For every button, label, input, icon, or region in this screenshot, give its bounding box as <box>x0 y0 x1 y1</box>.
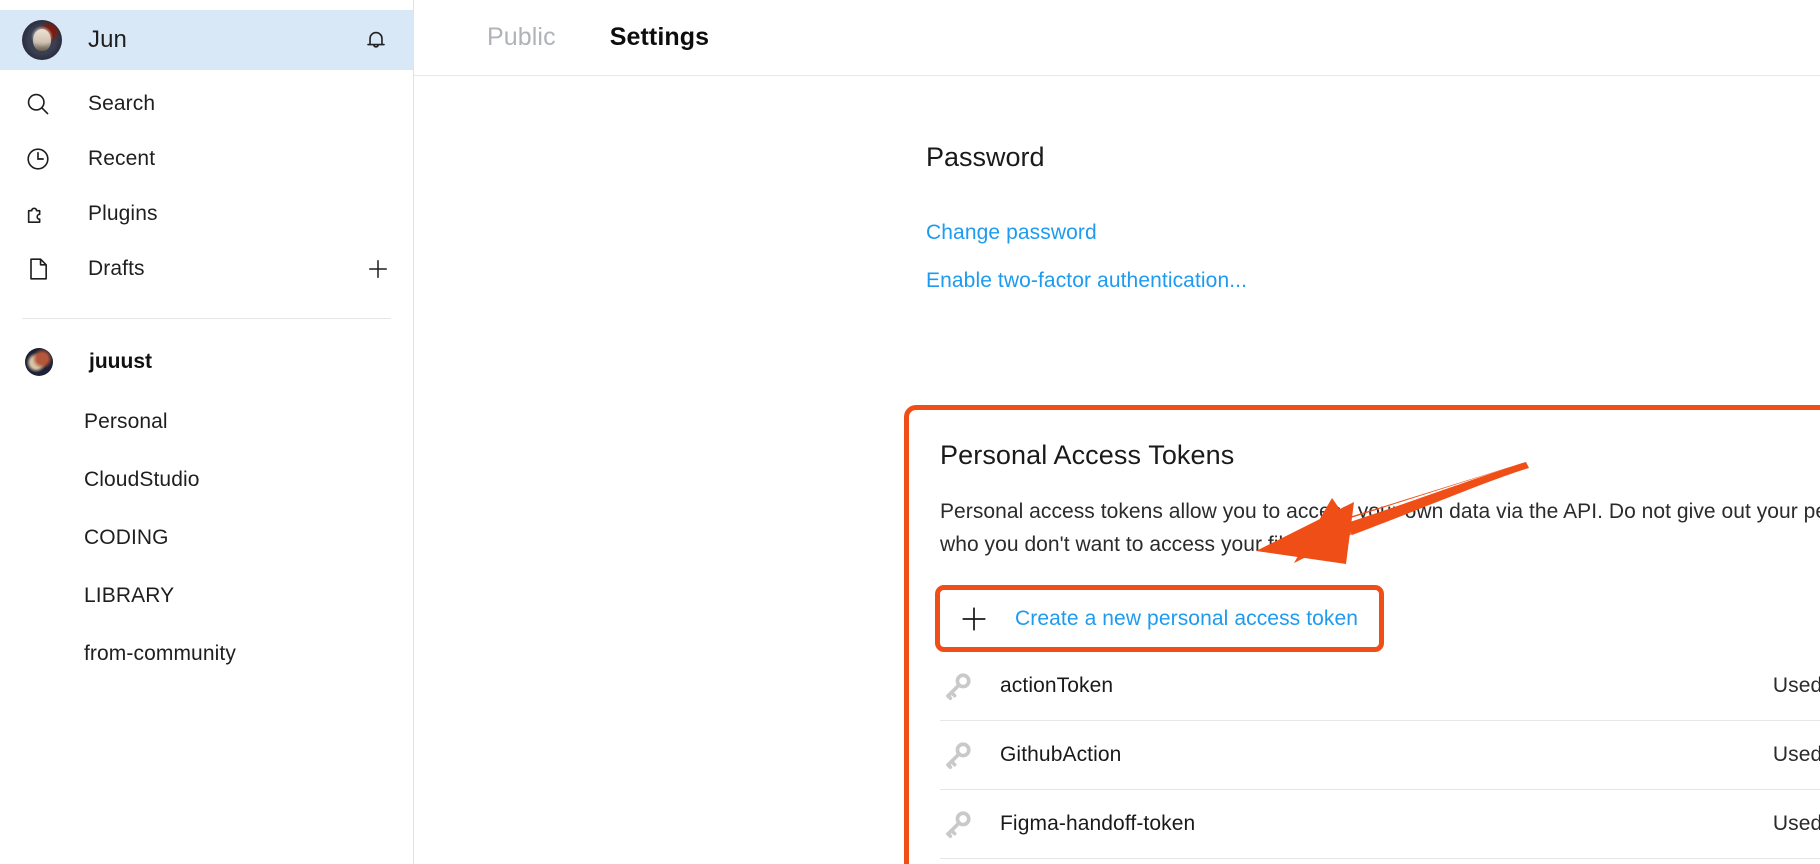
key-icon <box>940 806 976 842</box>
clock-icon <box>22 143 54 175</box>
sidebar-item-plugins[interactable]: Plugins <box>0 186 413 241</box>
clock-glyph <box>27 147 49 170</box>
sidebar-item-cloudstudio[interactable]: CloudStudio <box>0 451 413 509</box>
puzzle-glyph <box>27 206 41 223</box>
key-icon <box>940 668 976 704</box>
document-icon <box>22 253 54 285</box>
sidebar-project-label: CODING <box>84 526 169 549</box>
sidebar-item-label: Plugins <box>88 201 158 225</box>
notification-bell-icon[interactable] <box>361 25 391 55</box>
sidebar-project-label: Personal <box>84 410 168 433</box>
sidebar-user-header[interactable]: Jun <box>0 10 413 70</box>
token-row[interactable]: actionToken Used 5 days ago Revoke acces… <box>940 652 1820 721</box>
plus-glyph <box>962 606 986 631</box>
bell-glyph <box>367 31 385 48</box>
tab-public[interactable]: Public <box>487 23 556 52</box>
sidebar-item-coding[interactable]: CODING <box>0 509 413 567</box>
create-new-token-button[interactable]: Create a new personal access token <box>935 585 1384 652</box>
tokens-panel-title: Personal Access Tokens <box>940 440 1235 470</box>
sidebar-team-header[interactable]: juuust <box>0 331 413 393</box>
main-tabs: Public Settings <box>414 0 1820 76</box>
token-last-used: Used 3 days ago <box>1772 743 1820 766</box>
main-content: Public Settings Password Change password… <box>414 0 1820 864</box>
sidebar: Jun Search Recent Plugins Drafts juuust … <box>0 0 414 864</box>
user-avatar-image <box>22 20 62 60</box>
document-glyph <box>30 257 47 280</box>
password-section-heading: Password <box>926 142 1045 172</box>
tokens-panel-description: Personal access tokens allow you to acce… <box>940 500 1820 556</box>
sidebar-item-drafts[interactable]: Drafts <box>0 241 413 296</box>
sidebar-project-label: from-community <box>84 642 236 665</box>
token-row[interactable]: Figma-handoff-token Used 4 days ago Revo… <box>940 790 1820 859</box>
team-avatar-image <box>25 348 53 376</box>
tab-settings[interactable]: Settings <box>610 23 709 52</box>
token-name: Figma-handoff-token <box>1000 812 1196 835</box>
new-draft-plus-icon[interactable] <box>365 256 391 282</box>
search-icon <box>22 88 54 120</box>
sidebar-item-library[interactable]: LIBRARY <box>0 567 413 625</box>
sidebar-project-label: CloudStudio <box>84 468 200 491</box>
token-last-used: Used 4 days ago <box>1772 812 1820 835</box>
create-new-token-label: Create a new personal access token <box>1015 606 1359 630</box>
key-glyph <box>946 811 971 839</box>
sidebar-item-label: Recent <box>88 146 156 170</box>
sidebar-item-from-community[interactable]: from-community <box>0 625 413 683</box>
plus-icon <box>959 604 989 634</box>
sidebar-item-search[interactable]: Search <box>0 76 413 131</box>
sidebar-nav: Search Recent Plugins Drafts <box>0 76 413 296</box>
key-glyph <box>946 742 971 770</box>
sidebar-item-label: Drafts <box>88 256 145 280</box>
token-last-used: Used 5 days ago <box>1772 674 1820 697</box>
sidebar-item-recent[interactable]: Recent <box>0 131 413 186</box>
app-root: Jun Search Recent Plugins Drafts juuust … <box>0 0 1820 864</box>
token-row[interactable]: GithubAction Used 3 days ago Revoke acce… <box>940 721 1820 790</box>
sidebar-item-personal[interactable]: Personal <box>0 393 413 451</box>
token-name: GithubAction <box>1000 743 1122 766</box>
sidebar-project-label: LIBRARY <box>84 584 175 607</box>
search-glyph <box>27 93 49 114</box>
token-name: actionToken <box>1000 674 1114 697</box>
user-name: Jun <box>88 26 127 53</box>
sidebar-item-label: Search <box>88 91 156 115</box>
plus-glyph <box>369 259 387 278</box>
team-name: juuust <box>89 350 152 373</box>
settings-content: Password Change password Enable two-fact… <box>414 76 1820 864</box>
key-icon <box>940 737 976 773</box>
key-glyph <box>946 673 971 701</box>
sidebar-divider <box>22 318 391 319</box>
enable-two-factor-link[interactable]: Enable two-factor authentication... <box>926 269 1247 293</box>
puzzle-piece-icon <box>22 198 54 230</box>
change-password-link[interactable]: Change password <box>926 221 1097 245</box>
personal-access-tokens-panel: Personal Access Tokens Personal access t… <box>904 405 1820 864</box>
